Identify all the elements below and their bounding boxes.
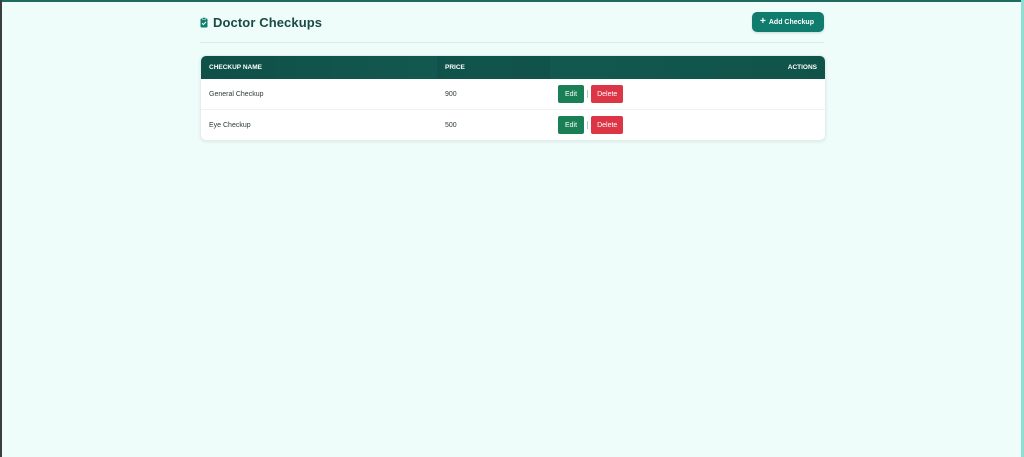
add-checkup-label: Add Checkup bbox=[768, 18, 814, 26]
action-separator bbox=[587, 121, 589, 129]
delete-button[interactable]: Delete bbox=[591, 85, 624, 103]
table-row: Eye Checkup 500 Edit Delete bbox=[201, 110, 825, 140]
title-group: Doctor Checkups bbox=[200, 15, 322, 30]
checkup-name: General Checkup bbox=[209, 90, 264, 98]
add-checkup-button[interactable]: + Add Checkup bbox=[752, 12, 824, 32]
action-separator bbox=[587, 90, 589, 98]
plus-icon: + bbox=[760, 16, 766, 27]
checkups-table: CHECKUP NAME PRICE ACTIONS General Check… bbox=[200, 55, 826, 141]
checkup-price: 900 bbox=[445, 90, 457, 98]
delete-button[interactable]: Delete bbox=[591, 116, 624, 134]
row-actions: Edit Delete bbox=[550, 116, 825, 134]
main-content: Doctor Checkups + Add Checkup CHECKUP NA… bbox=[200, 0, 826, 141]
window-left-edge bbox=[0, 0, 2, 457]
edit-button[interactable]: Edit bbox=[558, 116, 585, 134]
checkup-price: 500 bbox=[445, 121, 457, 129]
page-title: Doctor Checkups bbox=[213, 14, 323, 30]
page-header: Doctor Checkups + Add Checkup bbox=[200, 2, 824, 43]
column-header-actions: ACTIONS bbox=[787, 64, 817, 71]
table-row: General Checkup 900 Edit Delete bbox=[201, 79, 825, 110]
clipboard-check-icon bbox=[200, 16, 208, 28]
edit-button[interactable]: Edit bbox=[558, 85, 585, 103]
column-header-price: PRICE bbox=[437, 56, 550, 79]
row-actions: Edit Delete bbox=[550, 85, 825, 103]
checkup-name: Eye Checkup bbox=[209, 121, 251, 129]
column-header-name: CHECKUP NAME bbox=[209, 64, 262, 71]
table-header: CHECKUP NAME PRICE ACTIONS bbox=[201, 56, 825, 79]
